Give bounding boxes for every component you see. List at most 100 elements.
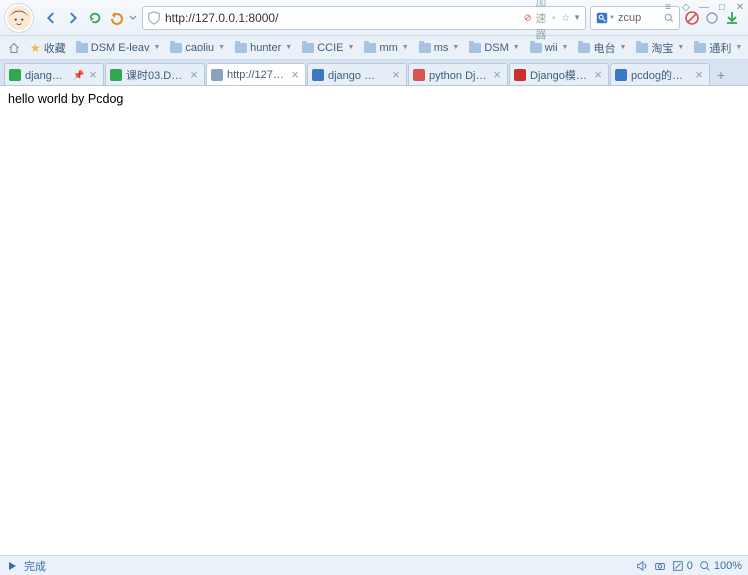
bookmark-label: 电台 bbox=[593, 40, 615, 56]
tabs-bar: django的搜索结果📌×课时03.Django的建×http://127.0.… bbox=[0, 60, 748, 86]
status-play-button[interactable] bbox=[6, 560, 18, 572]
folder-icon bbox=[235, 43, 247, 53]
maximize-button[interactable]: □ bbox=[716, 1, 728, 13]
undo-dropdown[interactable] bbox=[128, 7, 138, 29]
url-input[interactable] bbox=[161, 11, 524, 25]
tab[interactable]: django的搜索结果 📌 × bbox=[4, 63, 104, 85]
bookmark-label: hunter bbox=[250, 42, 281, 54]
page-body-text: hello world by Pcdog bbox=[8, 92, 123, 106]
avatar[interactable] bbox=[4, 3, 34, 33]
tab[interactable]: django 模板_百度搜 × bbox=[307, 63, 407, 85]
bookmark-item[interactable]: 电台▼ bbox=[574, 38, 630, 58]
close-window-button[interactable]: ✕ bbox=[734, 1, 746, 13]
tab-close-button[interactable]: × bbox=[87, 69, 99, 81]
tab-close-button[interactable]: × bbox=[491, 69, 503, 81]
tab-close-button[interactable]: × bbox=[592, 69, 604, 81]
chevron-down-icon: ▼ bbox=[677, 44, 684, 51]
status-blocked[interactable]: 0 bbox=[672, 560, 693, 572]
pin-icon: 📌 bbox=[73, 70, 83, 80]
tab-favicon bbox=[9, 69, 21, 81]
bookmark-label: DSM E-leav bbox=[91, 42, 150, 54]
blocked-count: 0 bbox=[687, 560, 693, 572]
forward-button[interactable] bbox=[62, 7, 84, 29]
chevron-down-icon: ▼ bbox=[513, 44, 520, 51]
minimize-button[interactable]: — bbox=[698, 1, 710, 13]
tab-close-button[interactable]: × bbox=[390, 69, 402, 81]
folder-icon bbox=[364, 43, 376, 53]
tab-favicon bbox=[211, 69, 223, 81]
bookmark-item[interactable]: DSM▼ bbox=[465, 38, 523, 58]
page-content: hello world by Pcdog bbox=[0, 86, 748, 555]
folder-icon bbox=[419, 43, 431, 53]
status-done-label: 完成 bbox=[24, 558, 46, 574]
blocked-icon[interactable] bbox=[524, 14, 531, 21]
tab-label: django 模板_百度搜 bbox=[328, 67, 386, 83]
addr-dropdown-icon[interactable]: ▼ bbox=[573, 13, 581, 22]
star-icon[interactable] bbox=[562, 14, 569, 21]
tab-label: 课时03.Django的建 bbox=[126, 67, 184, 83]
bookmark-item[interactable]: mm ▼ bbox=[360, 38, 412, 58]
bookmark-item[interactable]: CCIE▼ bbox=[298, 38, 358, 58]
tab[interactable]: python Django模板× bbox=[408, 63, 508, 85]
home-button[interactable] bbox=[4, 40, 24, 56]
tab-close-button[interactable]: × bbox=[289, 69, 301, 81]
search-go-icon[interactable] bbox=[663, 12, 675, 24]
tab-label: Django模板系统(非 bbox=[530, 67, 588, 83]
navbar: 加速器 ▼ ▼ ≡ ◇ — □ ✕ bbox=[0, 0, 748, 36]
reload-button[interactable] bbox=[84, 7, 106, 29]
tab[interactable]: pcdog的博客管理后× bbox=[610, 63, 710, 85]
back-button[interactable] bbox=[40, 7, 62, 29]
accel-label[interactable]: 加速器 bbox=[535, 0, 546, 42]
bookmark-label: caoliu bbox=[185, 42, 214, 54]
chevron-down-icon: ▼ bbox=[452, 44, 459, 51]
tab[interactable]: 课时03.Django的建 × bbox=[105, 63, 205, 85]
bookmark-item[interactable]: ms▼ bbox=[415, 38, 464, 58]
zoom-level: 100% bbox=[714, 560, 742, 572]
bookmark-label: ms bbox=[434, 42, 449, 54]
tab-favicon bbox=[514, 69, 526, 81]
bookmarks-bar: ★收藏 DSM E-leav▼caoliu▼hunter▼CCIE▼mm▼ms▼… bbox=[0, 36, 748, 60]
folder-icon bbox=[469, 43, 481, 53]
tab-favicon bbox=[110, 69, 122, 81]
star-icon: ★ bbox=[30, 41, 41, 55]
bookmark-item[interactable]: hunter▼ bbox=[231, 38, 296, 58]
status-sound-icon[interactable] bbox=[636, 560, 648, 572]
bookmark-item[interactable]: 通利 ▼ bbox=[690, 38, 744, 58]
chevron-down-icon: ▼ bbox=[402, 44, 409, 51]
status-bar: 完成 0 100% bbox=[0, 555, 748, 575]
bookmark-label: 淘宝 bbox=[651, 40, 673, 56]
chevron-down-icon: ▼ bbox=[735, 44, 742, 51]
new-tab-button[interactable]: + bbox=[711, 65, 731, 85]
bookmark-label: 通利 bbox=[709, 40, 731, 56]
tab-close-button[interactable]: × bbox=[693, 69, 705, 81]
status-zoom[interactable]: 100% bbox=[699, 560, 742, 572]
chevron-down-icon: ▼ bbox=[218, 44, 225, 51]
tab[interactable]: http://127.0.0.1:800 × bbox=[206, 63, 306, 85]
tab[interactable]: Django模板系统(非 × bbox=[509, 63, 609, 85]
bookmark-label: wii bbox=[545, 42, 558, 54]
folder-icon bbox=[170, 43, 182, 53]
undo-button[interactable] bbox=[106, 7, 128, 29]
bookmark-item[interactable]: caoliu ▼ bbox=[166, 38, 229, 58]
chevron-down-icon: ▼ bbox=[348, 44, 355, 51]
tab-close-button[interactable]: × bbox=[188, 69, 200, 81]
chevron-down-icon: ▼ bbox=[562, 44, 569, 51]
bookmark-label: mm bbox=[379, 42, 397, 54]
bookmark-item[interactable]: 淘宝 ▼ bbox=[632, 38, 688, 58]
search-input[interactable] bbox=[615, 12, 663, 24]
folder-icon bbox=[302, 43, 314, 53]
folder-icon bbox=[694, 43, 706, 53]
address-right: 加速器 ▼ bbox=[524, 0, 581, 42]
fav-label: 收藏 bbox=[44, 40, 66, 56]
tab-label: django的搜索结果 bbox=[25, 67, 69, 83]
lightning-icon[interactable] bbox=[550, 14, 557, 21]
favorites-button[interactable]: ★收藏 bbox=[26, 38, 70, 58]
status-capture-icon[interactable] bbox=[654, 560, 666, 572]
bookmark-item[interactable]: DSM E-leav▼ bbox=[72, 38, 165, 58]
skin-icon[interactable]: ◇ bbox=[680, 1, 692, 13]
tab-favicon bbox=[615, 69, 627, 81]
menu-icon[interactable]: ≡ bbox=[662, 1, 674, 13]
search-engine-icon bbox=[595, 11, 609, 25]
tab-label: http://127.0.0.1:800 bbox=[227, 69, 285, 81]
address-bar[interactable]: 加速器 ▼ bbox=[142, 6, 586, 30]
